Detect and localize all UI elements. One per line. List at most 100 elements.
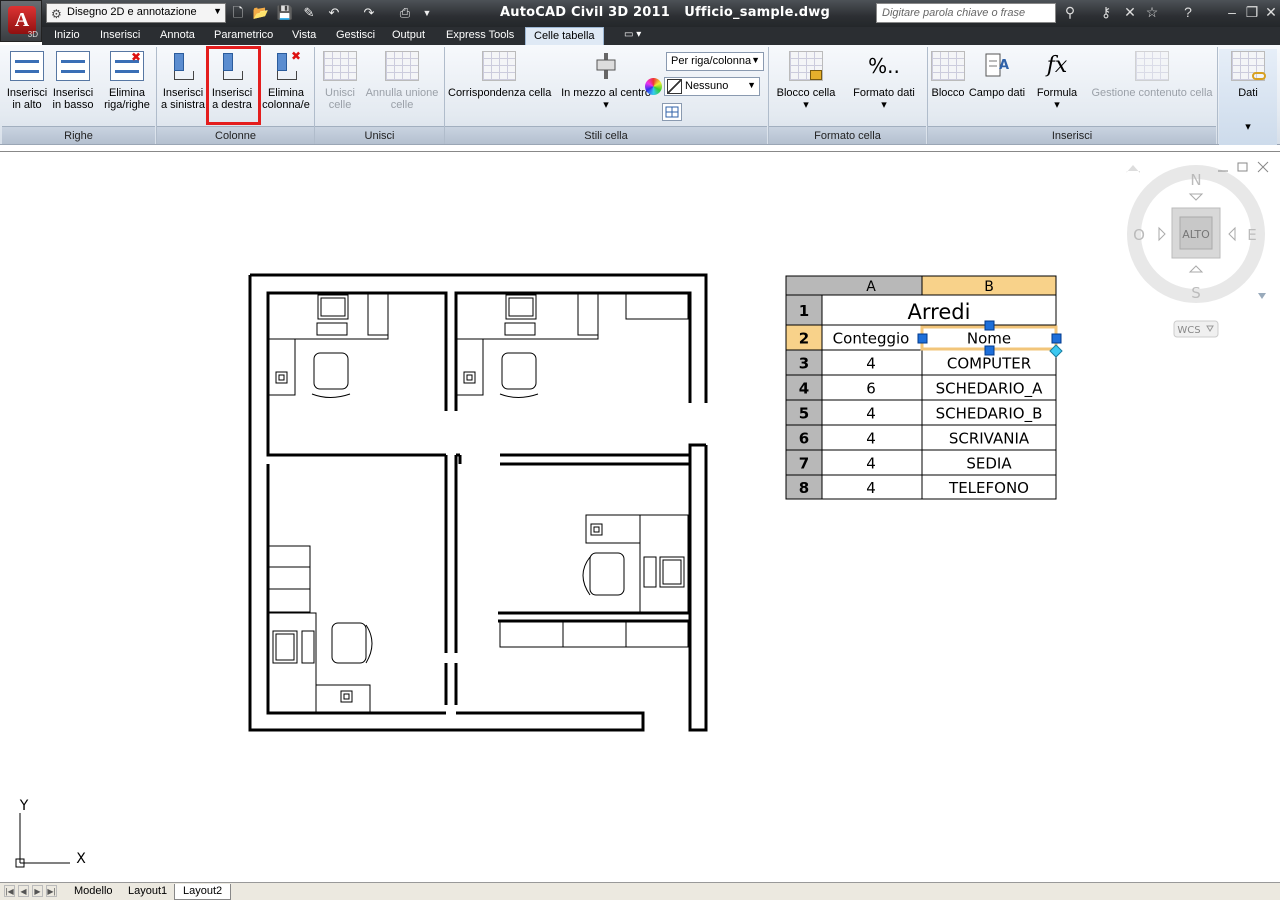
print-icon[interactable]: ⎙ (396, 4, 414, 22)
first-tab-icon[interactable]: |◀ (4, 885, 15, 897)
wcs-label: WCS (1177, 325, 1200, 336)
insert-column-left-button[interactable]: Inserisci a sinistra (159, 49, 207, 111)
column-header-b: B (984, 279, 994, 295)
formula-button[interactable]: fx Formula ▾ (1032, 49, 1082, 111)
tab-parametrico[interactable]: Parametrico (214, 29, 273, 41)
cell-borders-button[interactable] (662, 103, 682, 121)
cell-style-dropdown[interactable]: Per riga/colonna ▼ (666, 52, 764, 71)
home-icon[interactable] (1126, 165, 1140, 173)
delete-columns-button[interactable]: ✖ Elimina colonna/e (261, 49, 311, 111)
name-cell-text: COMPUTER (947, 355, 1031, 373)
compass-s[interactable]: S (1191, 284, 1201, 302)
tab-inizio[interactable]: Inizio (54, 29, 80, 41)
tab-layout2[interactable]: Layout2 (174, 884, 232, 900)
field-icon: A (980, 51, 1014, 81)
binoculars-icon[interactable]: ⚲ (1060, 4, 1080, 21)
viewcube[interactable]: ALTO N S E O WCS (1126, 165, 1266, 338)
tab-vista[interactable]: Vista (292, 29, 316, 41)
redo-icon[interactable]: ↷ (360, 4, 378, 22)
count-cell-text: 4 (866, 430, 876, 448)
tab-express-tools[interactable]: Express Tools (446, 29, 514, 41)
tab-layout1[interactable]: Layout1 (120, 884, 175, 900)
favorites-icon[interactable]: ☆ (1142, 4, 1162, 21)
lock-icon (789, 51, 823, 81)
qat-menu-icon[interactable]: ▼ (418, 4, 436, 22)
match-cell-button[interactable]: Corrispondenza cella (448, 49, 551, 99)
drawing-canvas[interactable]: A B 1 2 3 4 5 6 7 8 Arredi Conteggio Nome 4 COMPUT… (0, 151, 1280, 882)
tab-output[interactable]: Output (392, 29, 425, 41)
search-input[interactable]: Digitare parola chiave o frase (876, 3, 1056, 23)
table[interactable]: A B 1 2 3 4 5 6 7 8 Arredi Conteggio Nome 4 COMPUT… (785, 275, 1063, 500)
grip-top[interactable] (984, 320, 995, 331)
grip-bottom[interactable] (984, 345, 995, 356)
table-cells[interactable]: Conteggio Nome 4 COMPUTER 6 SCHEDARIO_A 4 SCHED… (821, 324, 1057, 500)
insert-row-above-button[interactable]: Inserisci in alto (5, 49, 49, 111)
new-icon[interactable]: 🗋 (229, 4, 247, 22)
delete-rows-icon: ✖ (110, 50, 144, 81)
ribbon-minimize-icon[interactable]: ▭ ▾ (624, 29, 641, 40)
data-format-button[interactable]: %.. Formato dati ▾ (848, 49, 920, 111)
cell-border-dropdown[interactable]: Nessuno ▼ (645, 77, 760, 96)
svg-text:A: A (999, 58, 1009, 73)
viewport-restore-icon[interactable] (1237, 162, 1248, 172)
application-menu-button[interactable]: A 3D (0, 0, 42, 42)
color-wheel-icon[interactable] (645, 78, 662, 95)
match-cell-icon (482, 51, 516, 81)
compass-o[interactable]: O (1133, 226, 1145, 244)
document-title: AutoCAD Civil 3D 2011 Ufficio_sample.dwg (500, 5, 830, 20)
minimize-icon[interactable]: – (1222, 4, 1242, 20)
drawing-svg[interactable]: A B 1 2 3 4 5 6 7 8 Arredi Conteggio Nome 4 COMPUT… (0, 152, 1280, 883)
chevron-down-icon: ▼ (213, 6, 222, 16)
grip-right[interactable] (1051, 333, 1062, 344)
manage-cell-content-button[interactable]: Gestione contenuto cella (1090, 49, 1214, 99)
open-icon[interactable]: 📂 (252, 4, 270, 22)
saveas-icon[interactable]: ✎ (300, 4, 318, 22)
data-link-button[interactable]: Dati ▾ (1219, 49, 1277, 145)
furniture (267, 292, 689, 714)
close-icon[interactable]: ✕ (1261, 4, 1280, 21)
row-number: 7 (799, 455, 809, 473)
panel-formato-cella: Formato cella (769, 126, 926, 144)
unmerge-cells-icon (385, 51, 419, 81)
last-tab-icon[interactable]: ▶| (46, 885, 57, 897)
row-number: 4 (799, 380, 809, 398)
star-icon[interactable]: ✕ (1120, 4, 1140, 21)
workspace-dropdown[interactable]: ⚙ Disegno 2D e annotazione ▼ (46, 3, 226, 23)
insert-row-above-icon (10, 51, 44, 81)
insert-field-button[interactable]: A Campo dati (968, 49, 1026, 99)
tab-inserisci[interactable]: Inserisci (100, 29, 140, 41)
key-icon[interactable]: ⚷ (1096, 4, 1116, 21)
restore-icon[interactable]: ❐ (1242, 4, 1262, 21)
help-icon[interactable]: ? (1178, 4, 1198, 20)
tab-modello[interactable]: Modello (66, 884, 121, 900)
no-fill-icon (667, 79, 682, 94)
compass-n[interactable]: N (1190, 171, 1201, 189)
insert-row-below-button[interactable]: Inserisci in basso (51, 49, 95, 111)
cell-lock-button[interactable]: Blocco cella ▾ (772, 49, 840, 111)
viewcube-face-label: ALTO (1182, 228, 1210, 241)
viewport-controls[interactable] (1218, 161, 1269, 173)
ucs-x-label: X (76, 851, 86, 867)
unmerge-cells-button[interactable]: Annulla unione celle (364, 49, 440, 111)
save-icon[interactable]: 💾 (276, 4, 294, 22)
insert-row-below-icon (56, 51, 90, 81)
align-middle-center-button[interactable]: In mezzo al centro ▾ (558, 49, 654, 111)
grip-left[interactable] (917, 333, 928, 344)
compass-e[interactable]: E (1247, 226, 1256, 244)
undo-icon[interactable]: ↶ (325, 4, 343, 22)
prev-tab-icon[interactable]: ◀ (18, 885, 29, 897)
tab-annota[interactable]: Annota (160, 29, 195, 41)
next-tab-icon[interactable]: ▶ (32, 885, 43, 897)
count-cell-text: 4 (866, 455, 876, 473)
navbar-toggle-icon[interactable] (1258, 293, 1266, 299)
viewport-close-icon[interactable] (1257, 161, 1269, 173)
tab-gestisci[interactable]: Gestisci (336, 29, 375, 41)
tab-celle-tabella[interactable]: Celle tabella (525, 27, 604, 45)
insert-block-button[interactable]: Blocco (930, 49, 966, 99)
merge-cells-button[interactable]: Unisci celle (318, 49, 362, 111)
column-header-a: A (866, 279, 876, 295)
block-icon (931, 51, 965, 81)
delete-rows-button[interactable]: ✖ Elimina riga/righe (101, 49, 153, 111)
chevron-down-icon: ▼ (747, 80, 756, 90)
panel-unisci: Unisci (315, 126, 444, 144)
